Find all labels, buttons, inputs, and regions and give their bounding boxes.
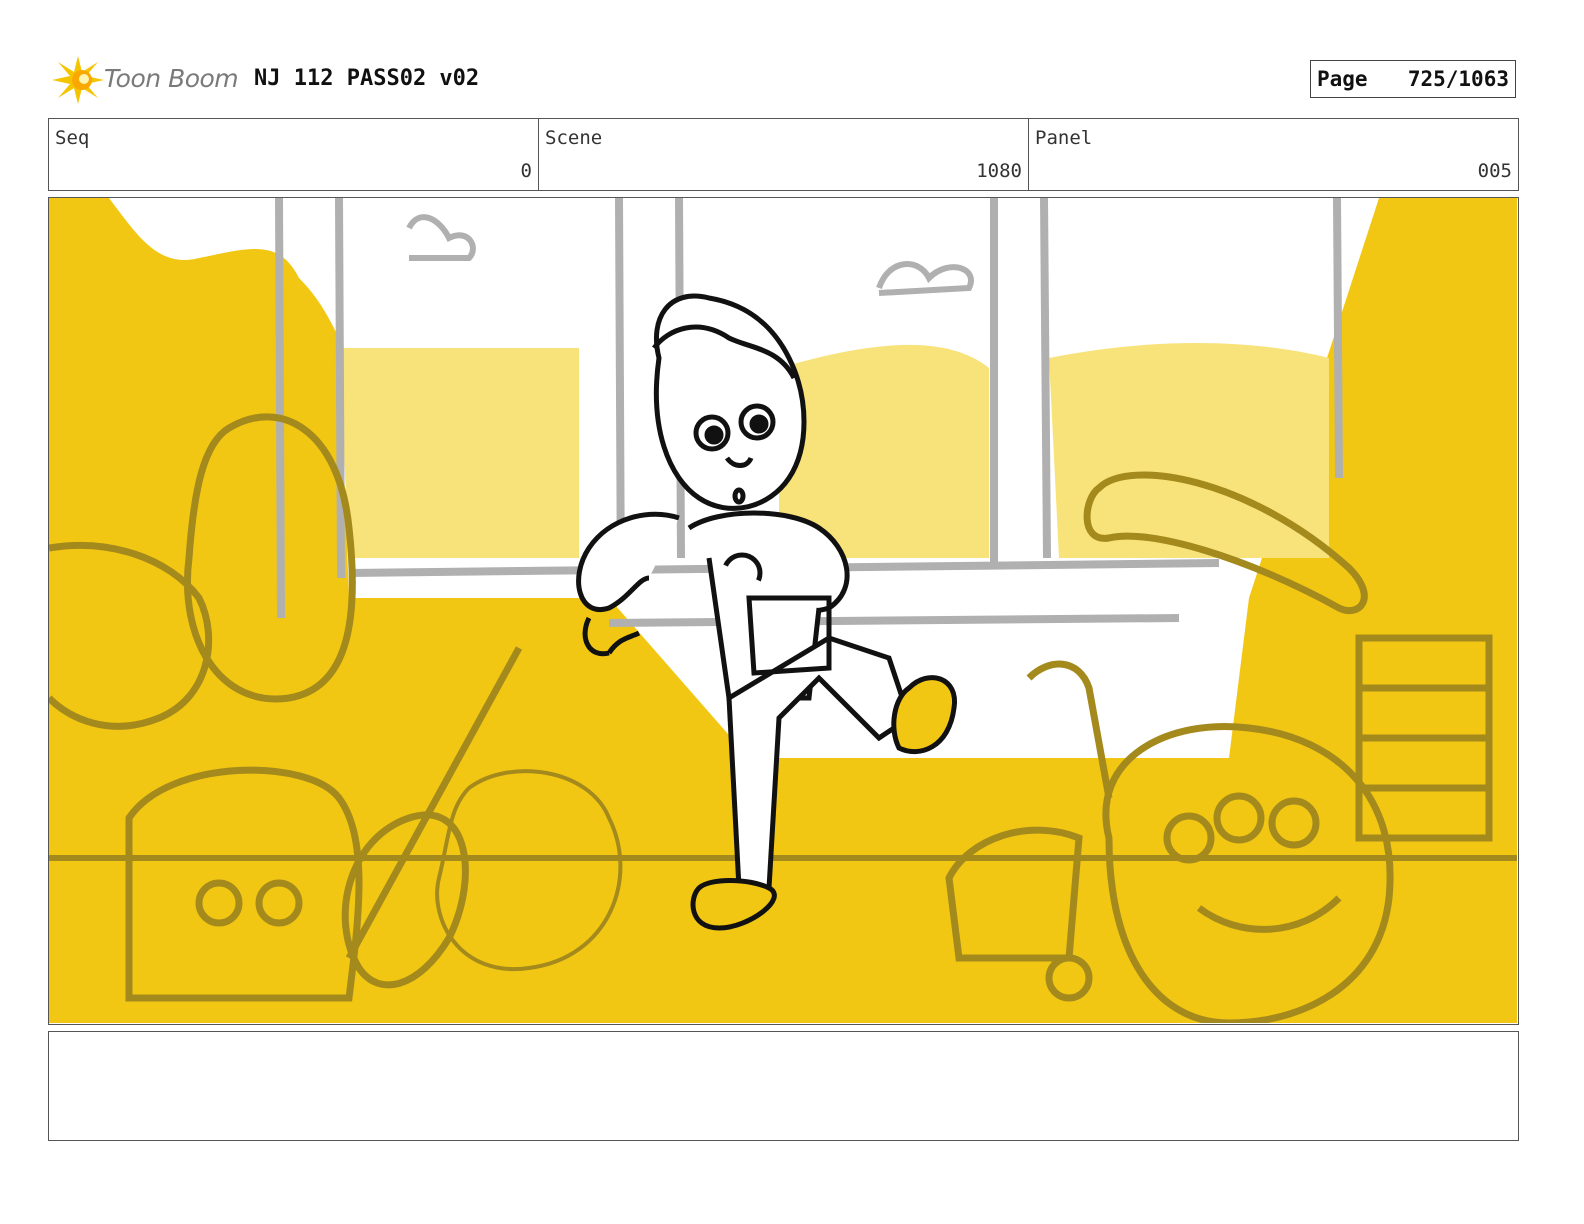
scene-info-row: Seq 0 Scene 1080 Panel 005	[48, 118, 1519, 191]
seq-cell: Seq 0	[49, 119, 539, 190]
notes-box	[48, 1031, 1519, 1141]
storyboard-panel-image	[48, 197, 1519, 1025]
scene-label: Scene	[545, 127, 603, 149]
storyboard-drawing	[49, 198, 1517, 1023]
page-indicator: Page 725/1063	[1310, 60, 1516, 98]
toon-boom-logo: Toon Boom	[50, 52, 240, 108]
starburst-icon	[52, 56, 104, 104]
page-label: Page	[1317, 67, 1368, 91]
document-title: NJ 112 PASS02 v02	[254, 66, 480, 91]
page-number: 725/1063	[1407, 67, 1509, 91]
panel-value: 005	[1477, 160, 1512, 182]
seq-label: Seq	[55, 127, 90, 149]
panel-cell: Panel 005	[1029, 119, 1518, 190]
scene-value: 1080	[976, 160, 1022, 182]
panel-label: Panel	[1035, 127, 1093, 149]
scene-cell: Scene 1080	[539, 119, 1029, 190]
logo-wordmark: Toon Boom	[104, 64, 239, 93]
seq-value: 0	[520, 160, 532, 182]
